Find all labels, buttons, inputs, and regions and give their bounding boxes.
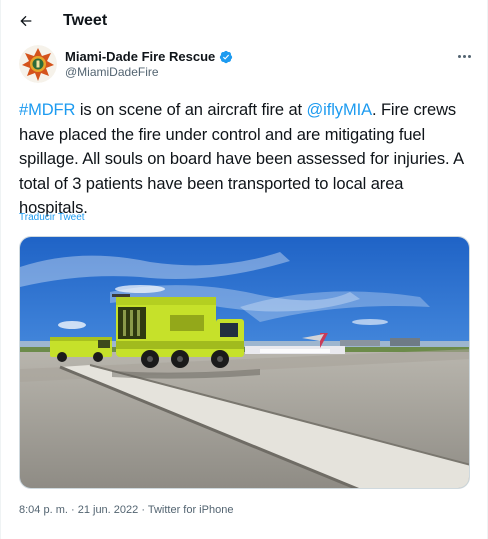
arrow-left-icon <box>20 15 32 27</box>
tweet-photo[interactable] <box>19 236 470 489</box>
hashtag-link[interactable]: #MDFR <box>19 101 75 119</box>
page-title: Tweet <box>63 12 108 29</box>
author-handle[interactable]: @MiamiDadeFire <box>65 65 159 79</box>
translate-tweet-link[interactable]: Traducir Tweet <box>19 212 85 223</box>
avatar[interactable] <box>19 45 57 83</box>
author-name-text: Miami-Dade Fire Rescue <box>65 49 216 64</box>
tweet-text-part: is on scene of an aircraft fire at <box>75 101 307 119</box>
more-horizontal-icon-dot <box>462 54 466 58</box>
airport-fire-trucks-image <box>20 237 469 488</box>
tweet-source[interactable]: Twitter for iPhone <box>148 504 234 516</box>
fire-rescue-logo <box>19 45 57 83</box>
tweet-text: #MDFR is on scene of an aircraft fire at… <box>19 98 471 221</box>
verified-badge-icon <box>220 50 233 63</box>
tweet-time[interactable]: 8:04 p. m. <box>19 504 68 516</box>
tweet-date[interactable]: 21 jun. 2022 <box>78 504 139 516</box>
header: Tweet <box>1 0 488 44</box>
more-horizontal-icon-dot <box>457 54 461 58</box>
back-button[interactable] <box>11 6 41 36</box>
meta-separator: · <box>138 504 148 516</box>
more-options-button[interactable] <box>452 46 476 66</box>
meta-separator: · <box>67 504 78 516</box>
author-name[interactable]: Miami-Dade Fire Rescue <box>65 49 233 64</box>
mention-link[interactable]: @iflyMIA <box>307 101 373 119</box>
tweet-page: Tweet Miami-Dade Fire Rescue @MiamiDadeF… <box>0 0 488 539</box>
more-horizontal-icon-dot <box>467 54 471 58</box>
tweet-metadata: 8:04 p. m. · 21 jun. 2022 · Twitter for … <box>19 504 233 516</box>
